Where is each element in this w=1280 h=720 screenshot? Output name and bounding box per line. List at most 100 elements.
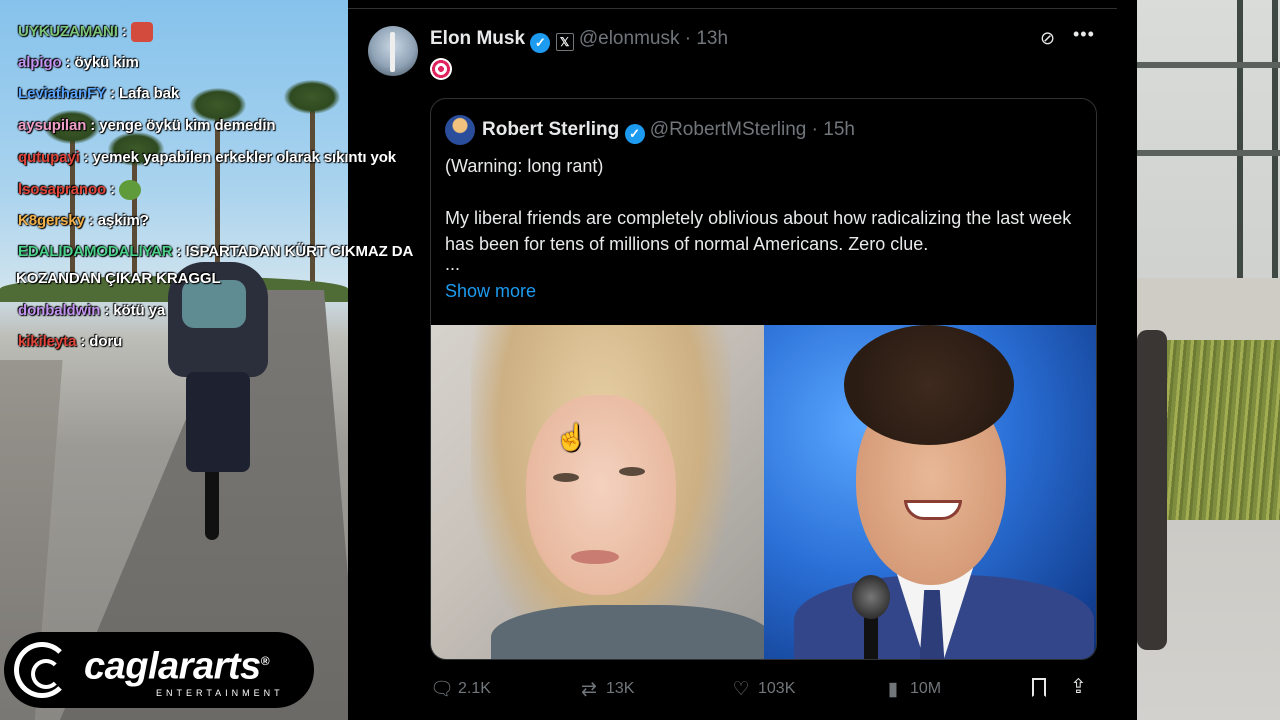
quoted-photo-woman[interactable] bbox=[431, 325, 764, 659]
chat-text: : yemek yapabilen erkekler olarak sıkınt… bbox=[83, 149, 397, 166]
repost-button[interactable]: ⇄ 13K bbox=[578, 676, 634, 702]
eye bbox=[619, 467, 645, 476]
chat-text: : Lafa bak bbox=[110, 85, 180, 102]
cyclist-backpack bbox=[182, 280, 246, 328]
quoted-author-avatar[interactable] bbox=[445, 115, 475, 145]
logo-subtitle: ENTERTAINMENT bbox=[156, 687, 284, 698]
verified-badge-icon: ✓ bbox=[530, 33, 551, 53]
tweet-action-bar: 🗨 2.1K ⇄ 13K ♡ 103K ▮ 10M ⇪ bbox=[430, 676, 1097, 702]
reply-count: 2.1K bbox=[458, 680, 491, 697]
chat-text: : ISPARTADAN KÜRT CIKMAZ DA bbox=[176, 243, 414, 260]
palm-tree-trunk bbox=[310, 100, 315, 300]
left-street-video bbox=[0, 0, 348, 720]
direct-hit-emoji bbox=[430, 58, 452, 80]
eye bbox=[553, 473, 579, 482]
caglararts-logo: caglararts® ENTERTAINMENT bbox=[4, 632, 314, 708]
chat-message: alpigo: öykü kim bbox=[18, 54, 139, 71]
logo-text: caglararts® ENTERTAINMENT bbox=[84, 642, 284, 698]
chat-username: UYKUZAMANI bbox=[18, 22, 118, 40]
chat-username: EDALIDAMODALIYAR bbox=[18, 243, 173, 260]
repost-icon: ⇄ bbox=[581, 678, 597, 700]
x-affiliate-badge-icon: 𝕏 bbox=[555, 33, 574, 51]
chat-message: lsosapranoo: bbox=[18, 180, 142, 200]
author-handle-time[interactable]: @elonmusk · 13h bbox=[579, 28, 728, 49]
microphone bbox=[852, 575, 890, 619]
chat-text: : bbox=[110, 180, 115, 198]
reply-icon: 🗨 bbox=[430, 679, 455, 700]
hand-cursor-icon: ☝ bbox=[555, 422, 588, 452]
ornamental-grass bbox=[1157, 340, 1280, 520]
bookmark-icon[interactable] bbox=[1032, 678, 1046, 697]
bystander bbox=[1137, 330, 1167, 650]
hair bbox=[844, 325, 1014, 445]
more-options-icon[interactable]: ••• bbox=[1073, 24, 1095, 45]
author-name[interactable]: Elon Musk bbox=[430, 28, 525, 49]
chat-username: alpigo bbox=[18, 54, 62, 71]
like-button[interactable]: ♡ 103K bbox=[730, 676, 795, 702]
chat-message-continuation: KOZANDAN ÇIKAR KRAGGL bbox=[16, 270, 221, 287]
view-count: 10M bbox=[910, 680, 942, 697]
chat-username: kikileyta bbox=[18, 333, 77, 350]
chat-message: EDALIDAMODALIYAR: ISPARTADAN KÜRT CIKMAZ… bbox=[18, 243, 413, 260]
chat-username: K8gersky bbox=[18, 212, 85, 229]
chat-text: : kötü ya bbox=[104, 302, 166, 319]
chat-username: LeviathanFY bbox=[18, 85, 107, 102]
face bbox=[526, 395, 676, 595]
show-more-link[interactable]: Show more bbox=[445, 281, 536, 302]
chat-text: KOZANDAN ÇIKAR KRAGGL bbox=[16, 270, 221, 287]
chat-text: : yenge öykü kim demedin bbox=[90, 117, 276, 134]
author-avatar[interactable] bbox=[368, 26, 418, 76]
reply-button[interactable]: 🗨 2.1K bbox=[430, 676, 491, 702]
repost-count: 13K bbox=[606, 680, 635, 697]
shirt bbox=[491, 605, 764, 659]
quoted-text-ellipsis: ... bbox=[445, 254, 461, 274]
quoted-text-line: My liberal friends are completely oblivi… bbox=[445, 208, 1072, 254]
divider bbox=[348, 8, 1117, 9]
quoted-author-handle-time[interactable]: @RobertMSterling · 15h bbox=[650, 119, 855, 140]
chat-message: donbaldwin: kötü ya bbox=[18, 302, 165, 319]
chat-message: qutupayi: yemek yapabilen erkekler olara… bbox=[18, 149, 396, 166]
lips bbox=[571, 550, 619, 564]
views-bar-chart-icon: ▮ bbox=[887, 678, 899, 700]
quoted-photo-man[interactable] bbox=[764, 325, 1096, 659]
chat-username: qutupayi bbox=[18, 149, 80, 166]
chat-message: K8gersky: aşkim? bbox=[18, 212, 149, 229]
chat-username: donbaldwin bbox=[18, 302, 101, 319]
chat-message: UYKUZAMANI: bbox=[18, 22, 153, 42]
views-button[interactable]: ▮ 10M bbox=[882, 676, 941, 702]
cyclist-legs bbox=[186, 372, 250, 472]
chat-text: : öykü kim bbox=[65, 54, 139, 71]
like-count: 103K bbox=[758, 680, 796, 697]
logo-name-text: caglararts bbox=[84, 645, 261, 688]
angry-face-emote-icon bbox=[130, 22, 153, 42]
window-rail bbox=[1137, 62, 1280, 68]
chat-message: LeviathanFY: Lafa bak bbox=[18, 85, 179, 102]
chat-message: aysupilan: yenge öykü kim demedin bbox=[18, 117, 276, 134]
share-icon[interactable]: ⇪ bbox=[1070, 674, 1087, 699]
grok-icon[interactable]: ⊘ bbox=[1040, 28, 1060, 48]
quoted-author-name[interactable]: Robert Sterling bbox=[482, 119, 619, 140]
chat-message: kikileyta: doru bbox=[18, 333, 122, 350]
window-rail bbox=[1137, 150, 1280, 156]
chat-text: : bbox=[121, 22, 127, 40]
right-building-video bbox=[1137, 0, 1280, 720]
quoted-tweet-card[interactable]: Robert Sterling ✓ @RobertMSterling · 15h… bbox=[430, 98, 1097, 660]
caglararts-logo-mark-icon bbox=[14, 642, 70, 698]
quoted-tweet-header: Robert Sterling ✓ @RobertMSterling · 15h bbox=[482, 119, 855, 144]
palm-tree-crown bbox=[284, 80, 340, 114]
heart-icon: ♡ bbox=[732, 678, 750, 700]
verified-badge-icon: ✓ bbox=[624, 124, 645, 144]
chat-text: : doru bbox=[80, 333, 123, 350]
chat-username: aysupilan bbox=[18, 117, 87, 134]
logo-name: caglararts® bbox=[84, 642, 284, 686]
window-frame bbox=[1237, 0, 1243, 280]
pepe-frog-emote-icon bbox=[119, 180, 142, 200]
quoted-text-line: (Warning: long rant) bbox=[445, 156, 604, 176]
registered-mark: ® bbox=[260, 654, 270, 669]
chat-text: : aşkim? bbox=[88, 212, 149, 229]
tweet-header: Elon Musk ✓ 𝕏 @elonmusk · 13h bbox=[430, 28, 728, 53]
chat-username: lsosapranoo bbox=[18, 180, 107, 198]
tweet-panel: Elon Musk ✓ 𝕏 @elonmusk · 13h ⊘ ••• Robe… bbox=[348, 0, 1137, 720]
window-frame bbox=[1272, 0, 1278, 280]
quoted-tweet-text: (Warning: long rant) My liberal friends … bbox=[445, 153, 1085, 274]
